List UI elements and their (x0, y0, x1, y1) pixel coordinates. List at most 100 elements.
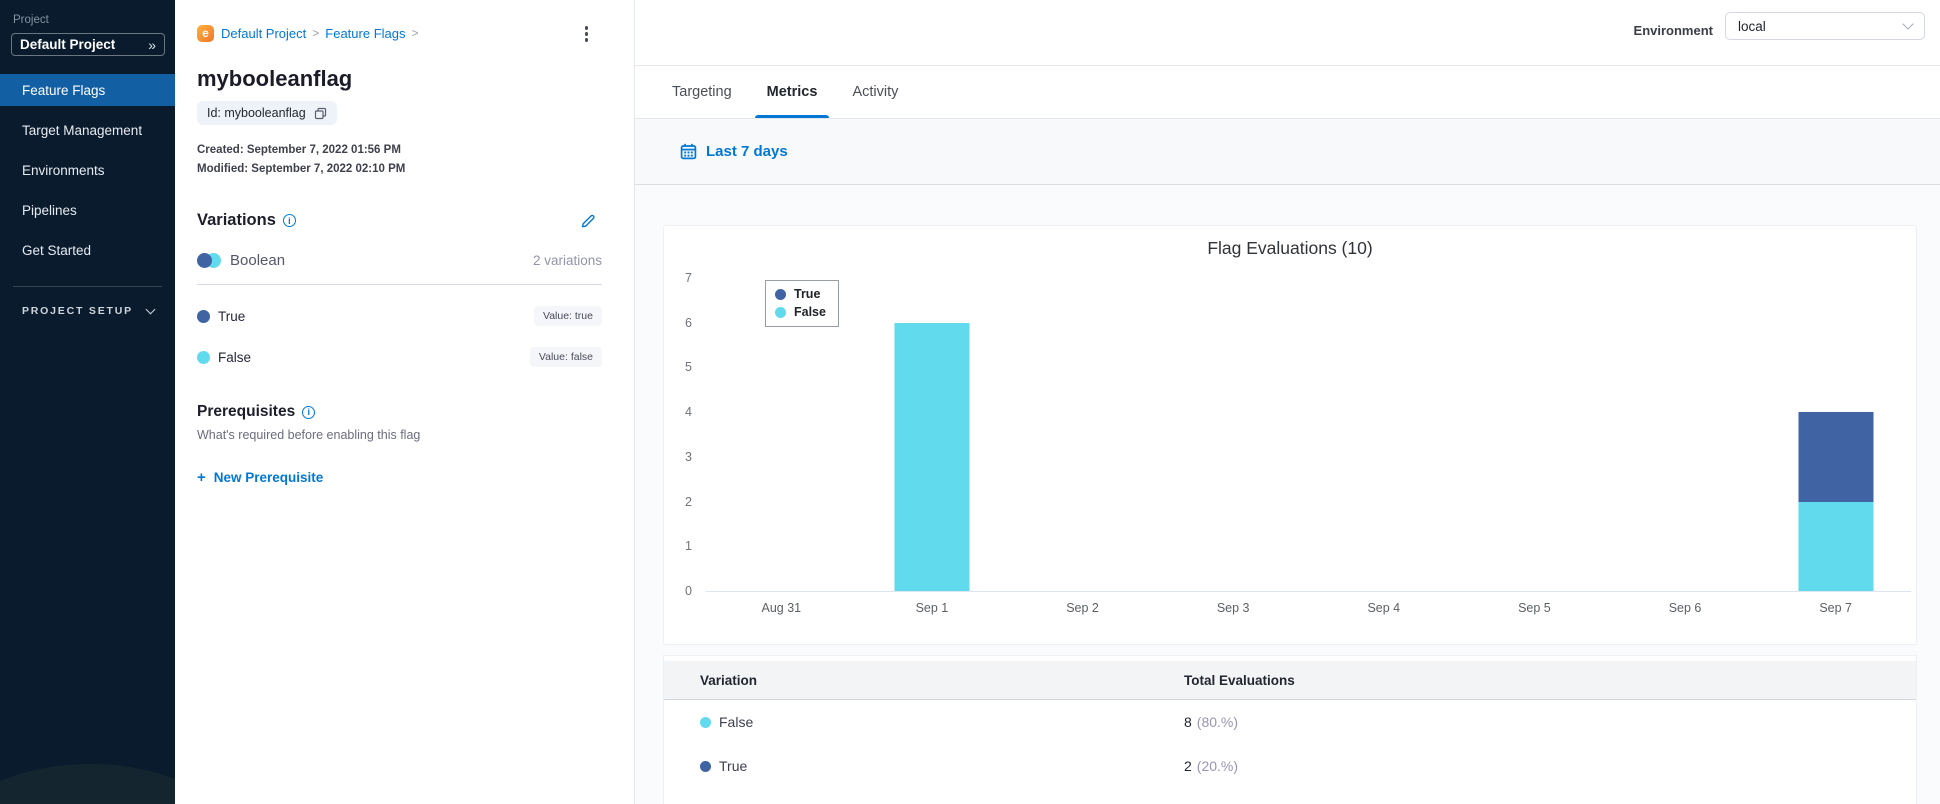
x-axis-tick-label: Sep 6 (1668, 601, 1702, 615)
double-chevron-right-icon: » (148, 36, 156, 53)
false-variation-dot (197, 350, 210, 364)
row-total-evaluations: 8 (80.%) (1184, 714, 1239, 730)
feature-flags-logo-icon: e (197, 24, 214, 42)
y-axis-tick-label: 2 (685, 494, 692, 509)
project-selector-value: Default Project (20, 37, 116, 52)
sidebar-item-environments[interactable]: Environments (0, 154, 175, 186)
variation-count: 2 variations (532, 253, 602, 268)
sidebar-item-target-management[interactable]: Target Management (0, 114, 175, 146)
bar-segment-true[interactable] (1798, 412, 1874, 502)
variation-value-badge: Value: true (533, 306, 602, 326)
new-prerequisite-button[interactable]: + New Prerequisite (197, 469, 602, 486)
variation-type-label: Boolean (230, 252, 286, 269)
sidebar-item-pipelines[interactable]: Pipelines (0, 194, 175, 226)
variation-type-row: Boolean 2 variations (197, 252, 602, 285)
x-axis-tick-label: Sep 3 (1216, 601, 1250, 615)
flag-id-text: Id: mybooleanflag (207, 106, 306, 120)
sidebar: Project Default Project » Feature Flags … (0, 0, 175, 804)
stacked-bar-sep-1[interactable] (894, 322, 970, 591)
column-header-total-evaluations: Total Evaluations (1184, 672, 1295, 688)
x-axis-tick-label: Sep 1 (915, 601, 949, 615)
true-variation-dot (197, 309, 210, 323)
flag-options-menu-button[interactable] (579, 24, 595, 44)
chevron-down-icon (1902, 18, 1914, 30)
y-axis-tick-label: 0 (685, 584, 692, 598)
info-icon[interactable]: i (282, 214, 296, 227)
evaluations-chart-card: Flag Evaluations (10) True False 0 1 2 3 4 5 6 7… (663, 225, 1917, 645)
table-row: True 2 (20.%) (664, 744, 1916, 788)
chart-title: Flag Evaluations (10) (1207, 238, 1373, 258)
true-variation-dot (700, 760, 711, 772)
sidebar-nav: Feature Flags Target Management Environm… (0, 74, 175, 266)
breadcrumb: e Default Project > Feature Flags > (197, 24, 602, 42)
y-axis-tick-label: 7 (685, 271, 692, 285)
environment-value: local (1738, 18, 1766, 34)
date-range-button[interactable]: Last 7 days (706, 143, 788, 160)
prerequisites-description: What's required before enabling this fla… (197, 428, 421, 442)
y-axis-tick-label: 5 (685, 360, 692, 375)
breadcrumb-separator-icon: > (312, 26, 320, 40)
x-axis-tick-label: Sep 7 (1819, 601, 1853, 615)
project-setup-label: PROJECT SETUP (22, 305, 133, 317)
sidebar-item-feature-flags[interactable]: Feature Flags (0, 74, 175, 106)
table-header-row: Variation Total Evaluations (664, 661, 1916, 700)
breadcrumb-feature-flags[interactable]: Feature Flags (325, 26, 405, 41)
bar-segment-false[interactable] (1798, 501, 1874, 591)
row-total-evaluations: 2 (20.%) (1184, 758, 1239, 774)
table-row: False 8 (80.%) (664, 700, 1916, 744)
row-variation-name: True (719, 758, 748, 774)
flag-detail-panel: e Default Project > Feature Flags > mybo… (175, 0, 635, 804)
variation-name: True (218, 308, 246, 324)
column-header-variation: Variation (700, 672, 758, 688)
x-axis-tick-label: Sep 5 (1518, 601, 1551, 615)
row-variation-name: False (719, 714, 754, 730)
x-axis-tick-label: Sep 4 (1367, 601, 1401, 615)
y-axis-tick-label: 3 (685, 449, 692, 464)
tab-activity[interactable]: Activity (852, 66, 898, 118)
bar-segment-false[interactable] (894, 322, 970, 591)
variations-heading: Variations (197, 211, 276, 229)
stacked-bar-sep-7[interactable] (1798, 412, 1874, 591)
variation-row-true: True Value: true (197, 306, 602, 326)
variation-value-badge: Value: false (529, 347, 602, 367)
legend-item-false: False (775, 305, 826, 320)
environment-select[interactable]: local (1725, 12, 1925, 40)
project-label: Project (13, 14, 49, 26)
chart-plot: True False 0 1 2 3 4 5 6 7 Aug 31 Sep 1 Sep 2 Sep 3 S… (685, 271, 1911, 615)
flag-title: mybooleanflag (197, 66, 353, 91)
flag-id-badge: Id: mybooleanflag (197, 101, 337, 125)
tab-metrics[interactable]: Metrics (767, 66, 818, 118)
date-range-bar: Last 7 days (635, 118, 1940, 185)
calendar-icon (680, 143, 697, 160)
legend-dot (775, 307, 786, 318)
environment-header: Environment local (635, 0, 1940, 66)
y-axis-tick-label: 1 (685, 539, 692, 554)
info-icon[interactable]: i (302, 405, 316, 419)
copy-icon[interactable] (314, 107, 327, 120)
y-axis-tick-label: 6 (685, 315, 692, 330)
environment-label: Environment (1633, 22, 1713, 38)
legend-dot (775, 289, 786, 300)
tab-targeting[interactable]: Targeting (672, 66, 732, 118)
metrics-content: Flag Evaluations (10) True False 0 1 2 3 4 5 6 7… (635, 185, 1940, 804)
plus-icon: + (197, 469, 206, 486)
flag-created-date: Created: September 7, 2022 01:56 PM (197, 144, 401, 156)
breadcrumb-separator-icon: > (411, 26, 419, 40)
sidebar-divider (13, 286, 162, 287)
y-axis-tick-label: 4 (685, 405, 692, 420)
project-setup-toggle[interactable]: PROJECT SETUP (0, 304, 175, 317)
main-content: Environment local Targeting Metrics Acti… (635, 0, 1940, 804)
boolean-type-icon (197, 253, 221, 268)
x-axis-tick-label: Sep 2 (1066, 601, 1099, 615)
prerequisites-heading: Prerequisites (197, 403, 296, 420)
breadcrumb-default-project[interactable]: Default Project (221, 26, 306, 41)
project-selector[interactable]: Default Project » (11, 33, 165, 56)
sidebar-item-get-started[interactable]: Get Started (0, 234, 175, 266)
evaluations-table: Variation Total Evaluations False 8 (80.%… (663, 655, 1917, 804)
edit-variations-button[interactable] (580, 213, 596, 229)
flag-modified-date: Modified: September 7, 2022 02:10 PM (197, 163, 406, 175)
false-variation-dot (700, 716, 711, 728)
variation-name: False (218, 349, 252, 365)
sidebar-decoration (0, 764, 175, 804)
x-axis-tick-label: Aug 31 (761, 601, 802, 615)
